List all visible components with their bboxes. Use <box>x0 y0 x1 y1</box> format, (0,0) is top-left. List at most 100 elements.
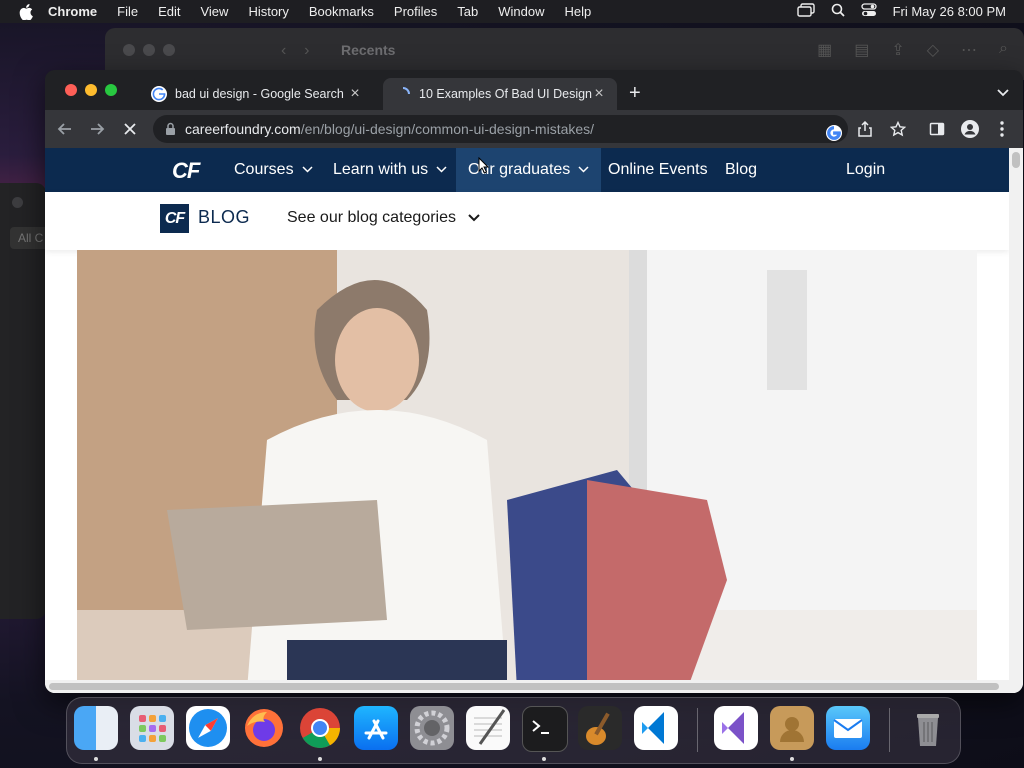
control-center-icon[interactable] <box>860 3 877 20</box>
chevron-down-icon <box>302 166 313 173</box>
share-page-button[interactable] <box>855 119 875 139</box>
nav-blog[interactable]: Blog <box>725 148 757 192</box>
vscode-icon[interactable] <box>634 706 678 750</box>
chrome-window: bad ui design - Google Search × 10 Examp… <box>45 70 1023 693</box>
new-tab-button[interactable]: + <box>629 83 641 103</box>
blog-title[interactable]: BLOG <box>198 207 250 228</box>
terminal-icon[interactable] <box>522 706 568 752</box>
blog-logo-badge[interactable]: CF <box>160 204 189 233</box>
dock <box>66 697 961 764</box>
tab-title: bad ui design - Google Search <box>175 87 344 101</box>
system-preferences-icon[interactable] <box>410 706 454 750</box>
login-link[interactable]: Login <box>846 148 885 192</box>
bookmark-button[interactable] <box>888 119 908 139</box>
url-text[interactable]: careerfoundry.com/en/blog/ui-design/comm… <box>185 121 594 137</box>
background-side-window: All C <box>0 183 58 619</box>
safari-icon[interactable] <box>186 706 230 750</box>
tab-bad-ui-examples[interactable]: 10 Examples Of Bad UI Design × <box>383 78 617 110</box>
kebab-menu-icon <box>1000 121 1004 137</box>
menu-tab[interactable]: Tab <box>457 4 478 19</box>
finder-toolbar-icons: ▦ ▤ ⇪ ◇ ⋯ ⌕ <box>817 40 1008 60</box>
nav-courses[interactable]: Courses <box>234 148 313 192</box>
google-favicon-icon <box>151 86 167 102</box>
chrome-icon[interactable] <box>298 706 342 750</box>
visual-studio-icon[interactable] <box>714 706 758 750</box>
firefox-icon[interactable] <box>242 706 286 750</box>
side-panel-button[interactable] <box>927 119 947 139</box>
group-icon: ▤ <box>854 42 870 59</box>
menu-profiles[interactable]: Profiles <box>394 4 437 19</box>
blog-categories-dropdown[interactable]: See our blog categories <box>287 209 481 227</box>
web-page: CF Courses Learn with us Our graduates O… <box>45 148 1023 693</box>
hero-image <box>77 250 977 693</box>
arrow-left-icon <box>57 123 71 135</box>
menu-window[interactable]: Window <box>498 4 544 19</box>
chevron-down-icon <box>468 214 481 222</box>
site-navigation: CF Courses Learn with us Our graduates O… <box>45 148 1009 192</box>
spotlight-search-icon[interactable] <box>831 3 845 20</box>
close-icon <box>124 123 136 135</box>
grid-view-icon: ▦ <box>817 42 833 59</box>
careerfoundry-logo[interactable]: CF <box>172 158 200 184</box>
app-store-icon[interactable] <box>354 706 398 750</box>
chevron-down-icon <box>578 166 589 173</box>
textedit-icon[interactable] <box>466 706 510 750</box>
blog-header: CF BLOG See our blog categories <box>45 192 1009 250</box>
finder-icon[interactable] <box>74 706 118 750</box>
finder-search-icon: ⌕ <box>999 40 1008 57</box>
menu-file[interactable]: File <box>117 4 138 19</box>
tab-close-icon[interactable]: × <box>347 86 363 102</box>
woman-with-laptop-photo <box>77 250 977 693</box>
tab-title: 10 Examples Of Bad UI Design <box>419 87 592 101</box>
side-panel-icon <box>929 122 945 136</box>
more-icon: ⋯ <box>961 42 978 59</box>
menu-clock[interactable]: Fri May 26 8:00 PM <box>893 4 1006 19</box>
tab-google-search[interactable]: bad ui design - Google Search × <box>139 78 373 110</box>
google-lens-icon[interactable] <box>825 124 843 142</box>
menu-app-name[interactable]: Chrome <box>48 4 97 19</box>
menu-history[interactable]: History <box>248 4 288 19</box>
back-button[interactable] <box>55 119 75 139</box>
close-window-button[interactable] <box>65 84 77 96</box>
star-icon <box>890 121 906 137</box>
mail-icon[interactable] <box>826 706 870 750</box>
mouse-cursor-icon <box>478 157 490 174</box>
avatar-icon <box>961 120 979 138</box>
trash-icon[interactable] <box>906 706 950 750</box>
lock-icon[interactable] <box>165 122 176 136</box>
menu-help[interactable]: Help <box>565 4 592 19</box>
nav-learn-with-us[interactable]: Learn with us <box>333 148 447 192</box>
screen-mirroring-icon[interactable] <box>796 3 815 20</box>
address-bar[interactable]: careerfoundry.com/en/blog/ui-design/comm… <box>153 115 848 143</box>
share-icon: ⇪ <box>891 42 905 59</box>
profile-button[interactable] <box>960 119 980 139</box>
chevron-down-icon <box>436 166 447 173</box>
stop-loading-button[interactable] <box>120 119 140 139</box>
menu-bookmarks[interactable]: Bookmarks <box>309 4 374 19</box>
browser-toolbar: careerfoundry.com/en/blog/ui-design/comm… <box>45 110 1023 148</box>
tab-strip: bad ui design - Google Search × 10 Examp… <box>45 70 1023 110</box>
menu-edit[interactable]: Edit <box>158 4 180 19</box>
minimize-window-button[interactable] <box>85 84 97 96</box>
contacts-icon[interactable] <box>770 706 814 750</box>
tab-search-icon[interactable] <box>997 84 1009 102</box>
nav-online-events[interactable]: Online Events <box>608 148 708 192</box>
vertical-scrollbar[interactable] <box>1009 148 1023 693</box>
arrow-right-icon <box>91 123 105 135</box>
horizontal-scrollbar[interactable] <box>45 680 1009 693</box>
finder-back-forward-icon: ‹ › <box>281 42 310 59</box>
menu-view[interactable]: View <box>200 4 228 19</box>
window-controls <box>65 84 117 96</box>
menu-bar: Chrome File Edit View History Bookmarks … <box>0 0 1024 23</box>
forward-button[interactable] <box>87 119 107 139</box>
finder-window-title: Recents <box>341 42 396 58</box>
share-icon <box>858 121 872 137</box>
loading-spinner-icon <box>402 87 410 95</box>
tab-close-icon[interactable]: × <box>591 86 607 102</box>
fullscreen-window-button[interactable] <box>105 84 117 96</box>
garageband-icon[interactable] <box>578 706 622 750</box>
apple-menu-icon[interactable] <box>18 3 34 20</box>
launchpad-icon[interactable] <box>130 706 174 750</box>
chrome-menu-button[interactable] <box>992 119 1012 139</box>
finder-window-controls <box>123 44 175 56</box>
